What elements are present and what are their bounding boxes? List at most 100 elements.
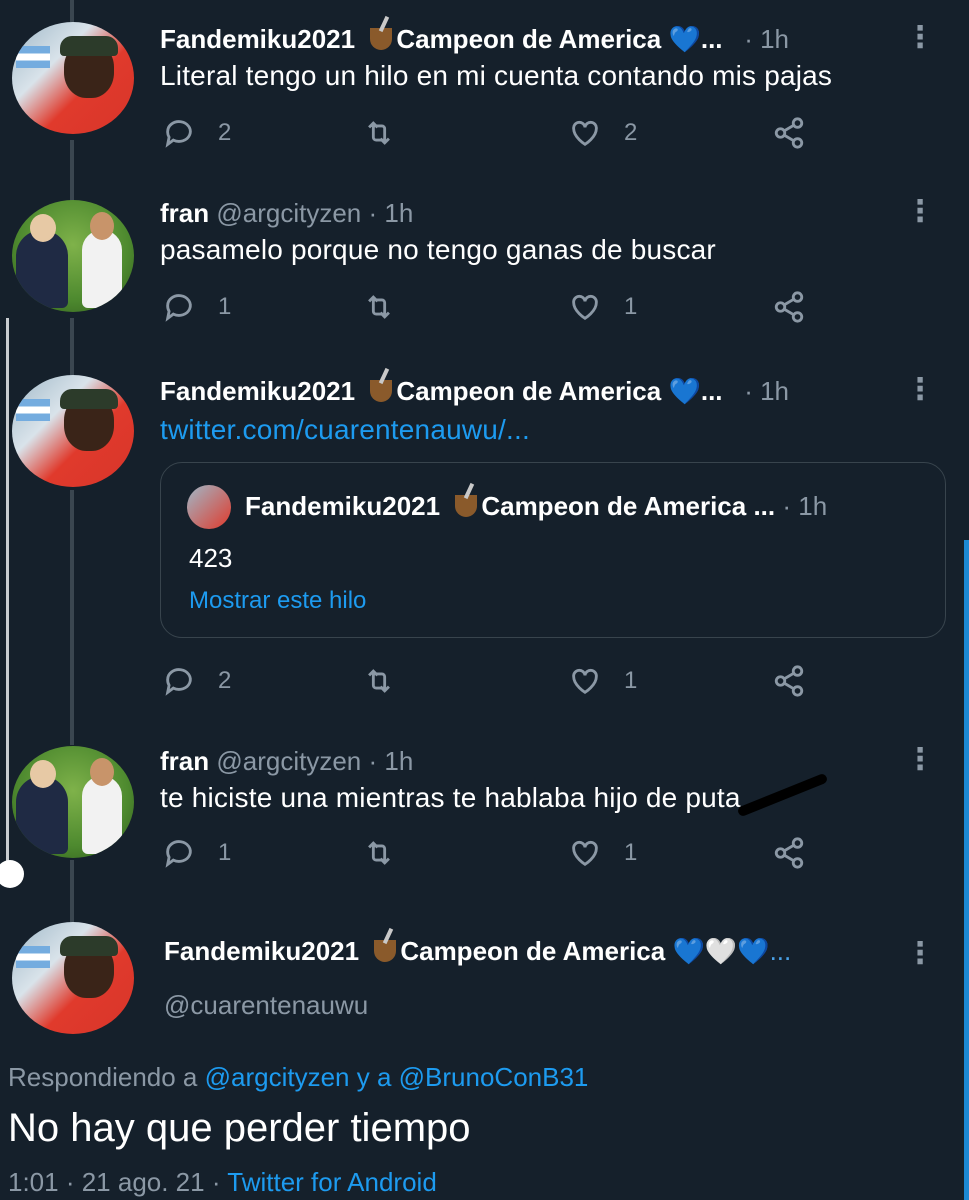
- like-count: 1: [624, 839, 638, 866]
- timestamp[interactable]: · 1h: [744, 24, 789, 54]
- reply-icon: [165, 294, 192, 322]
- retweet-icon: [368, 841, 390, 865]
- retweet-button[interactable]: [362, 290, 418, 324]
- reply-button[interactable]: 1: [162, 290, 231, 324]
- focused-tweet-text: No hay que perder tiempo: [8, 1106, 471, 1150]
- like-count: 1: [624, 293, 638, 320]
- blue-heart-icon: 💙: [668, 24, 701, 54]
- reply-count: 1: [218, 293, 232, 320]
- retweet-icon: [368, 295, 390, 319]
- more-icon[interactable]: ⋮: [905, 20, 935, 55]
- reply-count: 2: [218, 119, 232, 146]
- handle-text: @cuarentenauwu: [164, 990, 369, 1020]
- avatar[interactable]: [12, 375, 134, 487]
- reply-count: 1: [218, 839, 232, 866]
- mate-emoji-icon: [370, 28, 393, 50]
- mate-emoji-icon: [370, 380, 393, 402]
- more-icon[interactable]: ⋮: [905, 936, 935, 971]
- tweet-header: fran @argcityzen · 1h: [160, 746, 939, 777]
- tweet[interactable]: fran @argcityzen · 1h ⋮ te hiciste una m…: [0, 720, 969, 900]
- mention-link[interactable]: @BrunoConB31: [399, 1062, 589, 1092]
- reply-icon: [165, 120, 192, 148]
- like-icon: [572, 294, 598, 321]
- action-bar: 1 1: [162, 290, 822, 330]
- hearts-icon: 💙🤍💙...: [672, 936, 792, 966]
- tweet-header: Fandemiku2021 Campeon de America 💙... · …: [160, 24, 939, 55]
- tweet[interactable]: fran @argcityzen · 1h ⋮ pasamelo porque …: [0, 170, 969, 350]
- avatar[interactable]: [12, 22, 134, 134]
- tweet-text: Literal tengo un hilo en mi cuenta conta…: [160, 60, 833, 91]
- reply-button[interactable]: 2: [162, 664, 231, 698]
- display-name[interactable]: fran: [160, 198, 209, 228]
- replying-to: Respondiendo a @argcityzen y a @BrunoCon…: [8, 1062, 588, 1093]
- share-icon: [774, 291, 804, 323]
- reply-icon: [165, 668, 192, 696]
- like-button[interactable]: 1: [568, 664, 637, 698]
- display-badge: Campeon de America: [396, 376, 662, 406]
- user-handle[interactable]: @cuarentenauwu: [164, 990, 939, 1021]
- like-button[interactable]: 1: [568, 836, 637, 870]
- display-badge: Campeon de America: [396, 24, 662, 54]
- display-name[interactable]: Fandemiku2021: [164, 936, 359, 966]
- timestamp[interactable]: · 1h: [369, 198, 414, 228]
- like-button[interactable]: 1: [568, 290, 637, 324]
- avatar[interactable]: [12, 746, 134, 858]
- more-icon[interactable]: ⋮: [905, 194, 935, 229]
- retweet-icon: [368, 669, 390, 693]
- source-link[interactable]: Twitter for Android: [227, 1167, 437, 1197]
- show-thread-link[interactable]: Mostrar este hilo: [189, 587, 366, 615]
- tweet-header: Fandemiku2021 Campeon de America 💙🤍💙...: [164, 936, 939, 967]
- user-handle[interactable]: @argcityzen: [216, 746, 361, 776]
- display-badge: Campeon de America ...: [481, 491, 776, 521]
- avatar[interactable]: [12, 922, 134, 1034]
- quoted-text: 423: [189, 543, 233, 573]
- share-button[interactable]: [772, 664, 806, 698]
- like-icon: [572, 668, 598, 695]
- mate-emoji-icon: [374, 940, 397, 962]
- display-name[interactable]: fran: [160, 746, 209, 776]
- reply-icon: [165, 840, 192, 868]
- replying-prefix: Respondiendo a: [8, 1062, 205, 1092]
- name-ellipsis: ...: [700, 376, 723, 406]
- tweet-link[interactable]: twitter.com/cuarentenauwu/...: [160, 414, 530, 446]
- retweet-icon: [368, 121, 390, 145]
- reply-button[interactable]: 2: [162, 116, 231, 150]
- mention-link[interactable]: @argcityzen: [205, 1062, 350, 1092]
- tweet-text: pasamelo porque no tengo ganas de buscar: [160, 234, 716, 265]
- action-bar: 1 1: [162, 836, 822, 876]
- like-count: 1: [624, 667, 638, 694]
- share-icon: [774, 837, 804, 869]
- share-button[interactable]: [772, 290, 806, 324]
- focused-tweet[interactable]: Fandemiku2021 Campeon de America 💙🤍💙... …: [0, 900, 969, 1200]
- avatar[interactable]: [12, 200, 134, 312]
- reply-button[interactable]: 1: [162, 836, 231, 870]
- share-button[interactable]: [772, 836, 806, 870]
- like-button[interactable]: 2: [568, 116, 637, 150]
- more-icon[interactable]: ⋮: [905, 372, 935, 407]
- timestamp[interactable]: · 1h: [744, 376, 789, 406]
- retweet-button[interactable]: [362, 664, 418, 698]
- like-count: 2: [624, 119, 638, 146]
- retweet-button[interactable]: [362, 836, 418, 870]
- share-button[interactable]: [772, 116, 806, 150]
- timestamp[interactable]: · 1h: [369, 746, 414, 776]
- replying-connector: y a: [349, 1062, 399, 1092]
- display-badge: Campeon de America: [400, 936, 666, 966]
- display-name[interactable]: Fandemiku2021: [160, 376, 355, 406]
- quoted-tweet-card[interactable]: Fandemiku2021 Campeon de America ... · 1…: [160, 462, 946, 638]
- more-icon[interactable]: ⋮: [905, 742, 935, 777]
- like-icon: [572, 120, 598, 147]
- timestamp: · 1h: [782, 491, 828, 521]
- action-bar: 2 1: [162, 664, 822, 704]
- share-icon: [774, 665, 804, 697]
- reply-count: 2: [218, 667, 232, 694]
- action-bar: 2 2: [162, 116, 822, 156]
- tweet[interactable]: Fandemiku2021 Campeon de America 💙... · …: [0, 0, 969, 170]
- display-name[interactable]: Fandemiku2021: [160, 24, 355, 54]
- user-handle[interactable]: @argcityzen: [216, 198, 361, 228]
- tweet-text: te hiciste una mientras te hablaba hijo …: [160, 782, 741, 813]
- tweet-meta: 1:01 · 21 ago. 21 · Twitter for Android: [8, 1167, 437, 1198]
- timestamp[interactable]: 1:01 · 21 ago. 21 ·: [8, 1167, 227, 1197]
- retweet-button[interactable]: [362, 116, 418, 150]
- avatar: [187, 485, 231, 529]
